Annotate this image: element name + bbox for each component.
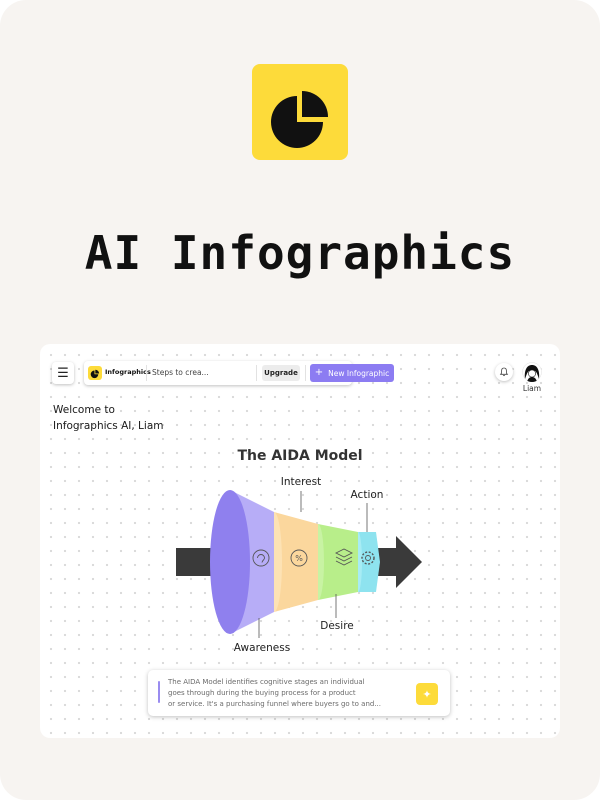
stage-label-awareness: Awareness [233,642,291,654]
funnel-output-arrow [378,536,422,588]
description-panel[interactable]: The AIDA Model identifies cognitive stag… [148,670,450,716]
description-accent-bar [158,681,160,703]
description-text: The AIDA Model identifies cognitive stag… [168,677,412,710]
app-title: AI Infographics [84,226,516,280]
svg-text:%: % [295,554,303,563]
stage-label-interest: Interest [280,476,322,488]
description-line-1: The AIDA Model identifies cognitive stag… [168,678,365,686]
app-logo [252,64,348,160]
sparkle-icon: ✦ [422,687,432,701]
stage-label-action: Action [350,489,384,501]
funnel-mouth [210,490,250,634]
app-screenshot: ☰ Infographics Steps to crea... Upgrade … [40,344,560,738]
pie-chart-icon [271,91,328,148]
ai-generate-button[interactable]: ✦ [416,683,438,705]
stage-label-desire: Desire [320,620,354,632]
description-line-3: or service. It's a purchasing funnel whe… [168,700,382,708]
app-card: AI Infographics ☰ Infographics Steps to … [0,0,600,800]
description-line-2: goes through during the buying process f… [168,689,356,697]
